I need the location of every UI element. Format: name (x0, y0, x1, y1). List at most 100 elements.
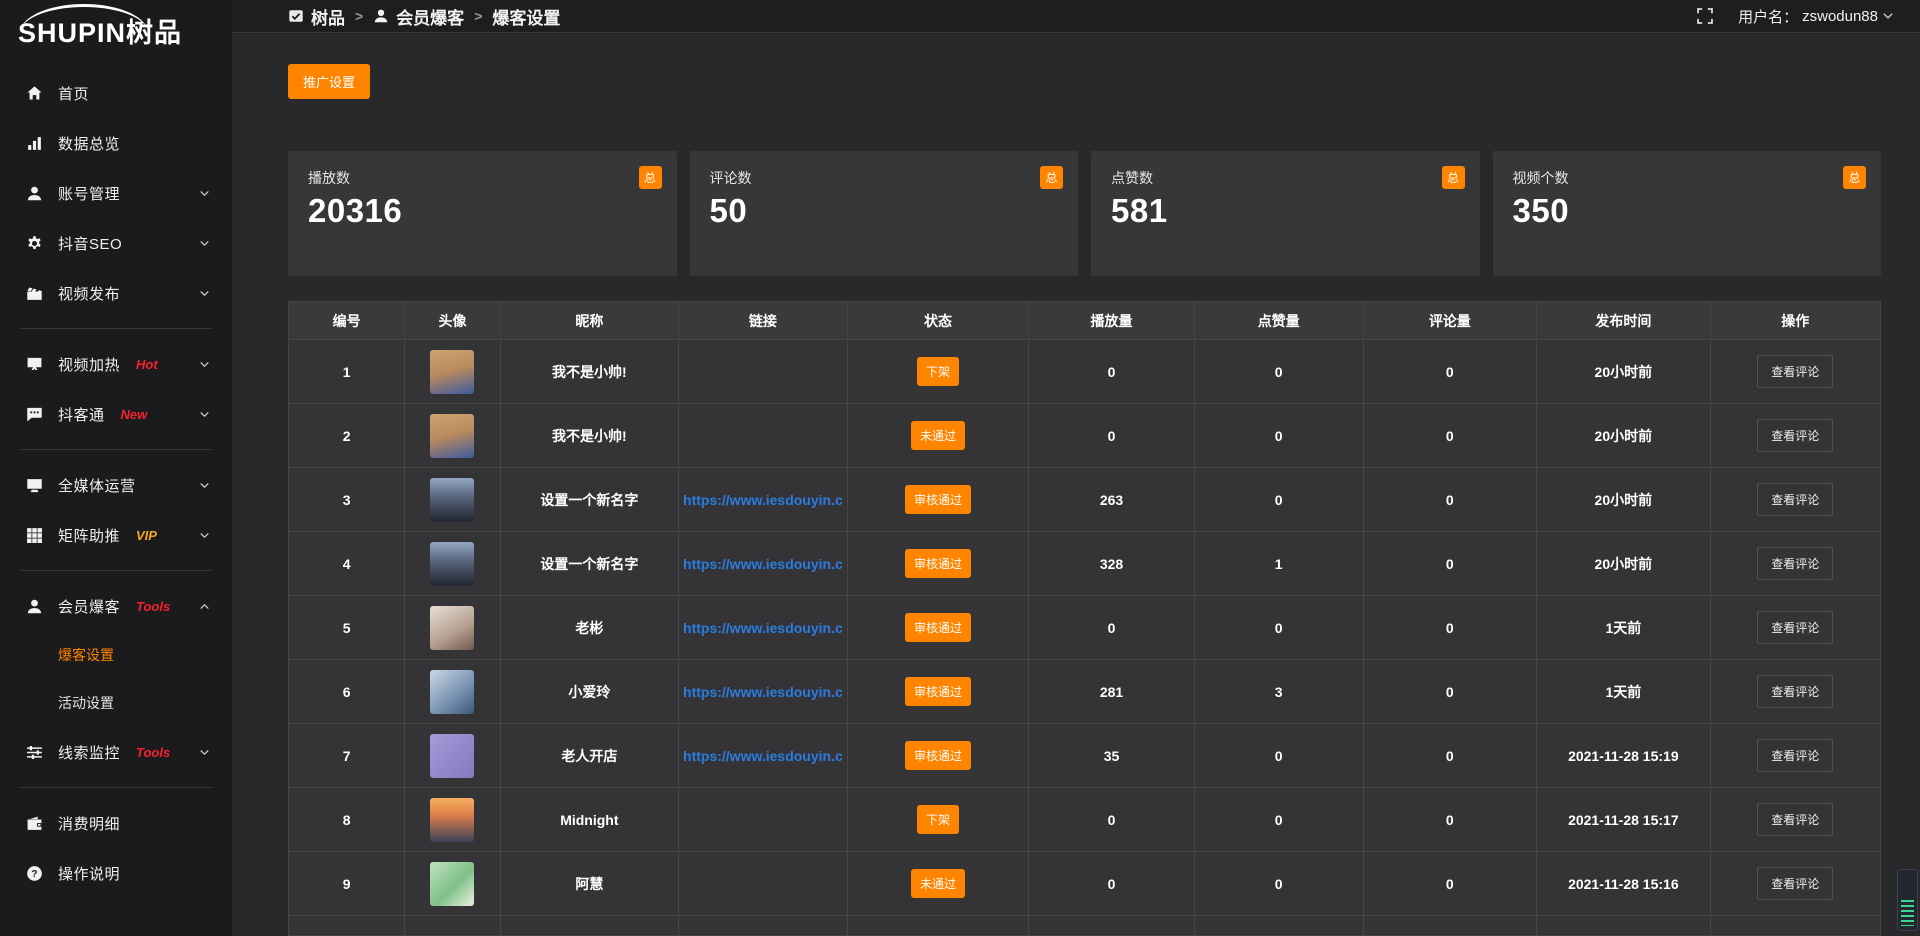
sidebar-item-视频加热[interactable]: 视频加热 Hot (0, 339, 232, 389)
cell-plays: 0 (1029, 404, 1195, 468)
stats-row: 播放数 20316 总 评论数 50 总 点赞数 581 总 视频个数 350 … (288, 151, 1881, 276)
cell-link: https://www.iesdouyin.c (679, 724, 848, 788)
breadcrumb-separator: > (474, 8, 482, 24)
breadcrumb-item-会员爆客[interactable]: 会员爆客 (373, 4, 464, 29)
view-comments-button[interactable]: 查看评论 (1757, 355, 1833, 388)
avatar (430, 734, 474, 778)
cell-likes: 0 (1194, 340, 1363, 404)
cell-link: https://www.iesdouyin.c (679, 596, 848, 660)
page-content: 推广设置 播放数 20316 总 评论数 50 总 点赞数 581 总 视频个数… (232, 33, 1920, 936)
cell-comments: 0 (1363, 596, 1537, 660)
sidebar-item-label: 会员爆客 (58, 596, 120, 617)
chevron-down-icon (199, 747, 210, 758)
avatar (430, 606, 474, 650)
sidebar-item-label: 消费明细 (58, 813, 120, 834)
cell-comments: 0 (1363, 340, 1537, 404)
cell-likes: 0 (1194, 724, 1363, 788)
status-button[interactable]: 下架 (917, 357, 959, 386)
view-comments-button[interactable]: 查看评论 (1757, 419, 1833, 452)
cell-status: 下架 (847, 788, 1028, 852)
sidebar-item-首页[interactable]: 首页 (0, 68, 232, 118)
table-row: 7老人开店https://www.iesdouyin.c审核通过35002021… (289, 724, 1881, 788)
cell-empty (1710, 916, 1880, 936)
view-comments-button[interactable]: 查看评论 (1757, 803, 1833, 836)
view-comments-button[interactable]: 查看评论 (1757, 483, 1833, 516)
user-menu[interactable]: 用户名：zswodun88 (1738, 6, 1894, 27)
username: zswodun88 (1802, 8, 1878, 25)
stat-label: 评论数 (710, 168, 1059, 188)
video-link[interactable]: https://www.iesdouyin.c (683, 556, 843, 572)
view-comments-button[interactable]: 查看评论 (1757, 739, 1833, 772)
brand-logo[interactable]: SHUPIN树品 (0, 0, 232, 60)
sidebar-item-矩阵助推[interactable]: 矩阵助推 VIP (0, 510, 232, 560)
floating-widget[interactable] (1897, 869, 1918, 931)
sidebar-item-数据总览[interactable]: 数据总览 (0, 118, 232, 168)
video-link[interactable]: https://www.iesdouyin.c (683, 748, 843, 764)
home-icon (26, 85, 43, 102)
view-comments-button[interactable]: 查看评论 (1757, 867, 1833, 900)
view-comments-button[interactable]: 查看评论 (1757, 611, 1833, 644)
sidebar-item-抖音SEO[interactable]: 抖音SEO (0, 218, 232, 268)
cell-plays: 0 (1029, 788, 1195, 852)
top-header: 树品>会员爆客>爆客设置 用户名：zswodun88 (232, 0, 1920, 33)
sidebar-subitem-爆客设置[interactable]: 爆客设置 (0, 631, 232, 679)
sidebar-item-全媒体运营[interactable]: 全媒体运营 (0, 460, 232, 510)
view-comments-button[interactable]: 查看评论 (1757, 675, 1833, 708)
sidebar-subitem-活动设置[interactable]: 活动设置 (0, 679, 232, 727)
cell-link (679, 340, 848, 404)
breadcrumb-item-树品[interactable]: 树品 (288, 4, 345, 29)
cell-link: https://www.iesdouyin.c (679, 468, 848, 532)
sidebar-item-视频发布[interactable]: 视频发布 (0, 268, 232, 318)
cell-time: 1天前 (1537, 660, 1711, 724)
cell-empty (1537, 916, 1711, 936)
cell-id: 9 (289, 852, 405, 916)
status-button[interactable]: 审核通过 (905, 677, 971, 706)
view-comments-button[interactable]: 查看评论 (1757, 547, 1833, 580)
fullscreen-icon[interactable] (1696, 7, 1714, 25)
cell-plays: 35 (1029, 724, 1195, 788)
video-link[interactable]: https://www.iesdouyin.c (683, 492, 843, 508)
video-link[interactable]: https://www.iesdouyin.c (683, 620, 843, 636)
status-button[interactable]: 审核通过 (905, 485, 971, 514)
cell-avatar (405, 724, 501, 788)
chevron-up-icon (199, 601, 210, 612)
cell-action: 查看评论 (1710, 404, 1880, 468)
avatar (430, 542, 474, 586)
sidebar-item-操作说明[interactable]: ? 操作说明 (0, 848, 232, 898)
cell-id: 2 (289, 404, 405, 468)
status-button[interactable]: 下架 (917, 805, 959, 834)
cell-avatar (405, 532, 501, 596)
sidebar-item-会员爆客[interactable]: 会员爆客 Tools (0, 581, 232, 631)
cell-id: 5 (289, 596, 405, 660)
cell-status: 审核通过 (847, 724, 1028, 788)
cell-avatar (405, 852, 501, 916)
sidebar-divider (20, 449, 212, 450)
cell-id: 1 (289, 340, 405, 404)
cell-action: 查看评论 (1710, 660, 1880, 724)
promo-settings-button[interactable]: 推广设置 (288, 64, 370, 99)
sidebar-divider (20, 570, 212, 571)
cell-likes: 0 (1194, 852, 1363, 916)
stat-value: 20316 (308, 192, 657, 230)
sidebar-item-账号管理[interactable]: 账号管理 (0, 168, 232, 218)
status-button[interactable]: 未通过 (911, 869, 965, 898)
avatar (430, 478, 474, 522)
cell-plays: 0 (1029, 340, 1195, 404)
column-header-头像: 头像 (405, 302, 501, 340)
status-button[interactable]: 审核通过 (905, 741, 971, 770)
sidebar-item-label: 账号管理 (58, 183, 120, 204)
status-button[interactable]: 未通过 (911, 421, 965, 450)
cell-nickname: 设置一个新名字 (500, 532, 678, 596)
cell-avatar (405, 596, 501, 660)
video-link[interactable]: https://www.iesdouyin.c (683, 684, 843, 700)
cell-likes: 0 (1194, 468, 1363, 532)
sidebar-item-label: 数据总览 (58, 133, 120, 154)
sidebar-item-抖客通[interactable]: 抖客通 New (0, 389, 232, 439)
table-row-partial (289, 916, 1881, 936)
status-button[interactable]: 审核通过 (905, 549, 971, 578)
status-button[interactable]: 审核通过 (905, 613, 971, 642)
table-wrap: 编号头像昵称链接状态播放量点赞量评论量发布时间操作 1我不是小帅!下架00020… (288, 301, 1881, 936)
sidebar-item-消费明细[interactable]: 消费明细 (0, 798, 232, 848)
sidebar-item-线索监控[interactable]: 线索监控 Tools (0, 727, 232, 777)
cell-comments: 0 (1363, 532, 1537, 596)
